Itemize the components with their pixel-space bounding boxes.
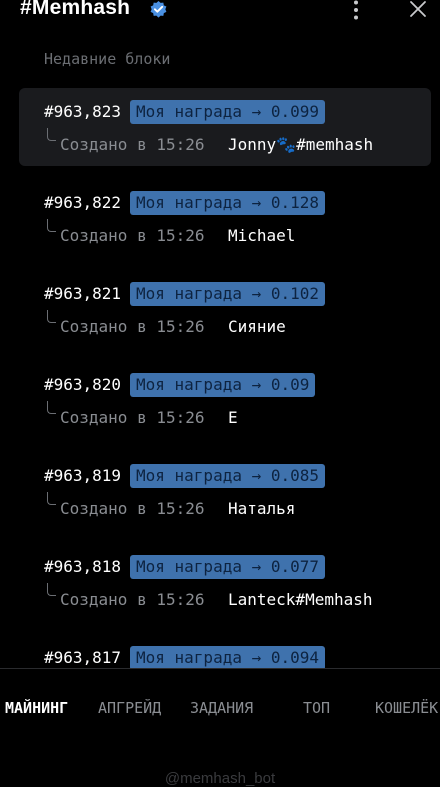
created-time: Создано в 15:26 [60,408,205,427]
block-item[interactable]: #963,823 Моя награда → 0.099 Создано в 1… [19,88,431,166]
branch-connector-icon [47,583,56,596]
block-item[interactable]: #963,818 Моя награда → 0.077 Создано в 1… [19,543,431,621]
block-item[interactable]: #963,819 Моя награда → 0.085 Создано в 1… [19,452,431,530]
reward-badge: Моя награда → 0.09 [130,373,316,397]
created-time: Создано в 15:26 [60,135,205,154]
block-item[interactable]: #963,817 Моя награда → 0.094 [19,634,431,668]
miner-name: Jonny🐾#memhash [228,135,374,154]
miner-name: Сияние [228,317,286,336]
bot-handle: @memhash_bot [164,770,276,787]
created-time: Создано в 15:26 [60,590,205,609]
created-time: Создано в 15:26 [60,317,205,336]
block-item[interactable]: #963,820 Моя награда → 0.09 Создано в 15… [19,361,431,439]
branch-connector-icon [47,310,56,323]
reward-badge: Моя награда → 0.094 [130,646,326,668]
reward-badge: Моя награда → 0.099 [130,100,326,124]
reward-badge: Моя награда → 0.085 [130,464,326,488]
created-time: Создано в 15:26 [60,499,205,518]
branch-connector-icon [47,492,56,505]
block-item[interactable]: #963,821 Моя награда → 0.102 Создано в 1… [19,270,431,348]
miner-name: Michael [228,226,296,245]
branch-connector-icon [47,401,56,414]
nav-tab-tasks[interactable]: ЗАДАНИЯ [190,699,253,717]
nav-tab-wallet[interactable]: КОШЕЛЁК [375,699,438,717]
reward-badge: Моя награда → 0.077 [130,555,326,579]
block-number: #963,820 [44,375,122,394]
nav-tab-mining[interactable]: МАЙНИНГ [5,699,68,717]
bottom-nav: МАЙНИНГ АПГРЕЙД ЗАДАНИЯ ТОП КОШЕЛЁК [0,668,440,749]
reward-badge: Моя награда → 0.102 [130,282,326,306]
block-item[interactable]: #963,822 Моя награда → 0.128 Создано в 1… [19,179,431,257]
miner-name: Наталья [228,499,296,518]
miner-name: Lanteck#Memhash [228,590,373,609]
branch-connector-icon [47,219,56,232]
branch-connector-icon [47,128,56,141]
block-number: #963,822 [44,193,122,212]
block-number: #963,821 [44,284,122,303]
block-number: #963,818 [44,557,122,576]
block-number: #963,823 [44,102,122,121]
block-number: #963,817 [44,648,122,667]
block-number: #963,819 [44,466,122,485]
miner-name: E [228,408,238,427]
nav-tab-top[interactable]: ТОП [303,699,330,717]
nav-tab-upgrade[interactable]: АПГРЕЙД [98,699,161,717]
created-time: Создано в 15:26 [60,226,205,245]
blocks-list: #963,823 Моя награда → 0.099 Создано в 1… [0,0,440,668]
reward-badge: Моя награда → 0.128 [130,191,326,215]
